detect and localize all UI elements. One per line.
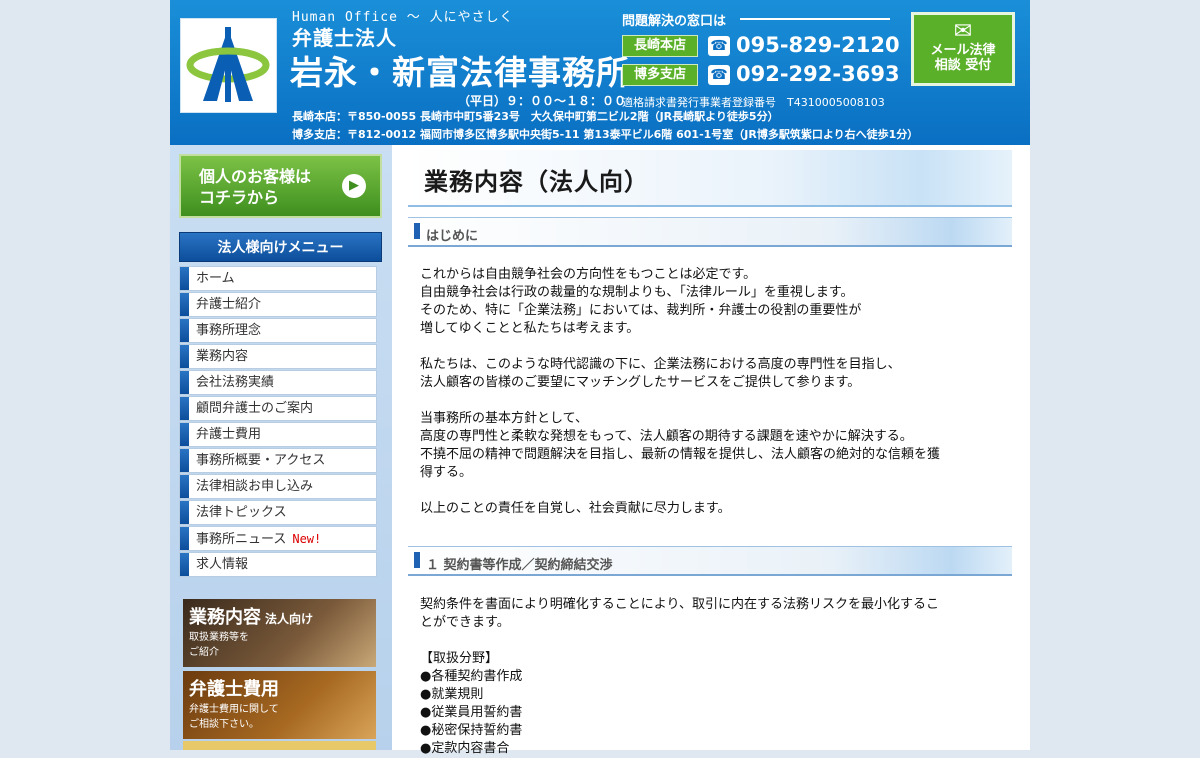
fees-banner-title: 弁護士費用 xyxy=(189,679,279,700)
services-banner[interactable]: 業務内容 法人向け 取扱業務等を ご紹介 xyxy=(183,599,376,667)
fees-banner-desc2: ご相談下さい。 xyxy=(189,719,259,730)
menu-item-home[interactable]: ホーム xyxy=(179,266,377,291)
page-title-bar: 業務内容（法人向） xyxy=(408,150,1012,207)
mail-button-line2: 相談 受付 xyxy=(934,58,992,73)
page-title: 業務内容（法人向） xyxy=(424,167,649,196)
business-hours: （平日）９：００〜１８：００ xyxy=(458,94,627,108)
menu-item-access[interactable]: 事務所概要・アクセス xyxy=(179,448,377,473)
new-badge: New! xyxy=(292,532,322,546)
corporate-menu-title: 法人様向けメニュー xyxy=(179,232,382,262)
hakata-office-badge: 博多支店 xyxy=(622,64,698,86)
menu-item-topics[interactable]: 法律トピックス xyxy=(179,500,377,525)
section-heading-intro: はじめに xyxy=(408,217,1012,247)
personal-customer-button[interactable]: 個人のお客様は コチラから ▶ xyxy=(179,154,382,218)
nagasaki-phone[interactable]: 095-829-2120 xyxy=(736,33,900,57)
fees-banner[interactable]: 弁護士費用 弁護士費用に関して ご相談下さい。 xyxy=(183,671,376,739)
third-banner[interactable] xyxy=(183,741,376,750)
corporate-menu: ホーム 弁護士紹介 事務所理念 業務内容 会社法務実績 顧問弁護士のご案内 弁護… xyxy=(179,266,377,578)
firm-logo[interactable] xyxy=(180,18,277,113)
contact-title: 問題解決の窓口は xyxy=(622,14,727,29)
section-title: １ 契約書等作成／契約締結交渉 xyxy=(426,558,613,573)
mail-button-line1: メール法律 xyxy=(930,43,996,58)
address-hakata: 博多支店：〒812-0012 福岡市博多区博多駅中央街5-11 第13泰平ビル6… xyxy=(292,128,919,141)
services-banner-desc2: ご紹介 xyxy=(189,647,219,658)
services-banner-title: 業務内容 xyxy=(189,607,261,628)
phone-icon: ☎ xyxy=(708,65,730,85)
menu-item-fees[interactable]: 弁護士費用 xyxy=(179,422,377,447)
logo-mark-icon xyxy=(186,27,270,102)
menu-item-corporate-results[interactable]: 会社法務実績 xyxy=(179,370,377,395)
menu-item-philosophy[interactable]: 事務所理念 xyxy=(179,318,377,343)
arrow-right-icon: ▶ xyxy=(342,174,366,198)
contracts-body: 契約条件を書面により明確化することにより、取引に内在する法務リスクを最小化するこ… xyxy=(420,597,939,756)
contact-title-divider xyxy=(740,18,890,20)
address-nagasaki: 長崎本店：〒850-0055 長崎市中町5番23号 大久保中町第二ビル2階（JR… xyxy=(292,110,779,123)
menu-item-consultation[interactable]: 法律相談お申し込み xyxy=(179,474,377,499)
mail-consultation-button[interactable]: ✉ メール法律 相談 受付 xyxy=(911,12,1015,86)
hakata-phone[interactable]: 092-292-3693 xyxy=(736,62,900,86)
menu-item-lawyers[interactable]: 弁護士紹介 xyxy=(179,292,377,317)
sidebar: 個人のお客様は コチラから ▶ 法人様向けメニュー ホーム 弁護士紹介 事務所理… xyxy=(170,145,392,750)
intro-body: これからは自由競争社会の方向性をもつことは必定です。 自由競争社会は行政の裁量的… xyxy=(420,267,941,516)
menu-item-advisor[interactable]: 顧問弁護士のご案内 xyxy=(179,396,377,421)
phone-icon: ☎ xyxy=(708,36,730,56)
menu-item-services[interactable]: 業務内容 xyxy=(179,344,377,369)
site-header: Human Office 〜 人にやさしく 弁護士法人 岩永・新富法律事務所 （… xyxy=(170,0,1030,145)
services-banner-desc1: 取扱業務等を xyxy=(189,632,249,643)
envelope-icon: ✉ xyxy=(953,19,973,44)
page: Human Office 〜 人にやさしく 弁護士法人 岩永・新富法律事務所 （… xyxy=(170,0,1030,756)
section-title: はじめに xyxy=(426,229,479,244)
services-banner-sub: 法人向け xyxy=(265,612,314,626)
menu-item-news[interactable]: 事務所ニュース New! xyxy=(179,526,377,551)
menu-item-recruit[interactable]: 求人情報 xyxy=(179,552,377,577)
main-content: 業務内容（法人向） はじめに これからは自由競争社会の方向性をもつことは必定です… xyxy=(408,150,1013,756)
firm-name[interactable]: 岩永・新富法律事務所 xyxy=(290,46,630,94)
section-heading-contracts: １ 契約書等作成／契約締結交渉 xyxy=(408,546,1012,576)
nagasaki-office-badge: 長崎本店 xyxy=(622,35,698,57)
fees-banner-desc1: 弁護士費用に関して xyxy=(189,704,279,715)
